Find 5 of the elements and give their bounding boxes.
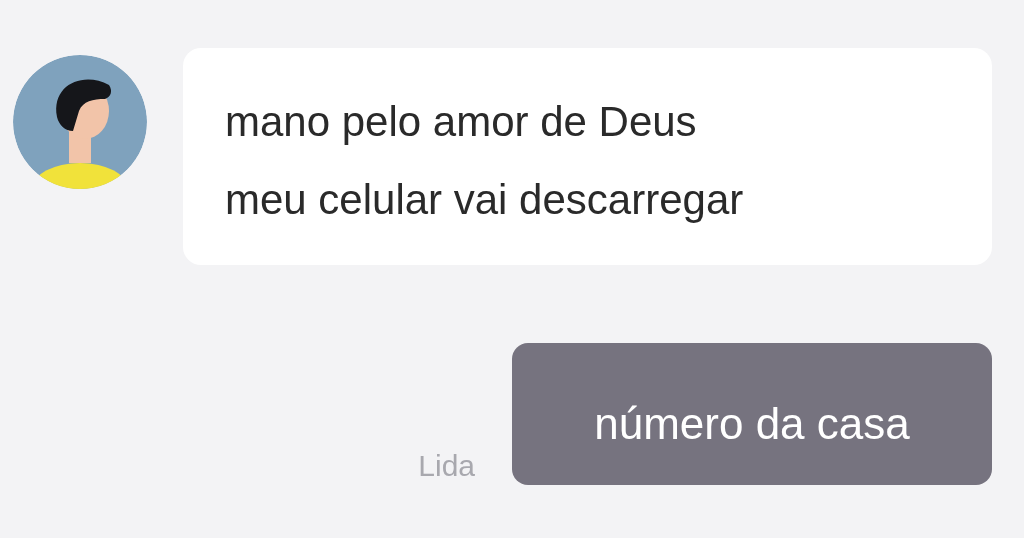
read-status: Lida [418, 449, 475, 483]
avatar-icon [13, 55, 147, 189]
message-text: número da casa [593, 398, 911, 450]
message-text: meu celular vai descarregar [225, 175, 745, 225]
message-text: mano pelo amor de Deus [225, 97, 698, 147]
